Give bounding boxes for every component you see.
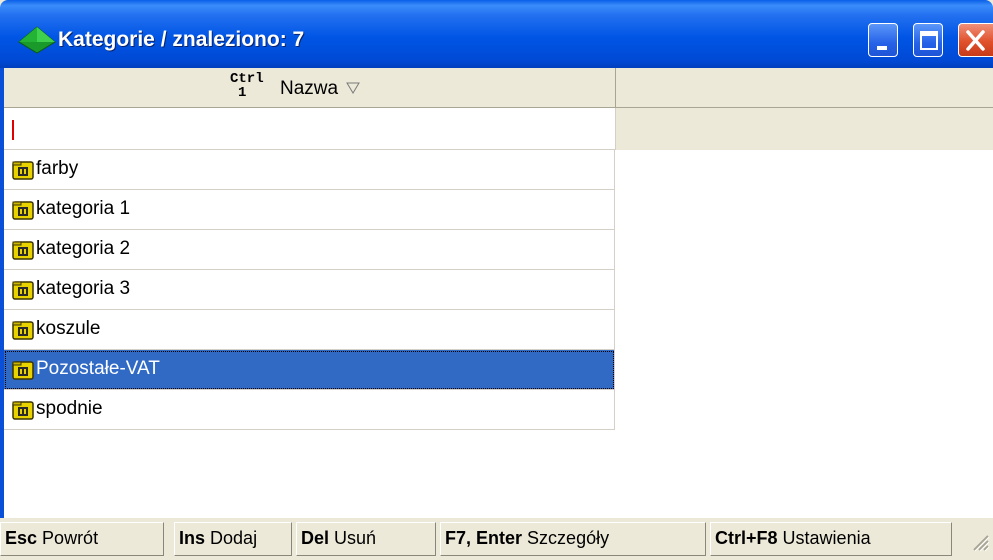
filter-row <box>4 108 993 150</box>
folder-icon <box>12 201 34 220</box>
escape-back-button[interactable]: Esc Powrót <box>0 522 164 556</box>
shortcut-action: Dodaj <box>210 528 258 548</box>
close-icon <box>966 30 985 51</box>
shortcut-action: Powrót <box>42 528 99 548</box>
column-header-empty <box>616 68 993 107</box>
list-item[interactable]: kategoria 2 <box>4 230 615 270</box>
shortcut-key: Esc <box>5 528 38 548</box>
shortcut-action: Ustawienia <box>782 528 871 548</box>
list-item-label: kategoria 2 <box>36 238 131 259</box>
list-item-selected[interactable]: Pozostałe-VAT <box>4 350 615 390</box>
maximize-icon <box>920 31 938 50</box>
minimize-button[interactable] <box>868 23 898 57</box>
category-window: Kategorie / znaleziono: 7 Ctrl 1 Nazwa f… <box>0 0 993 560</box>
folder-icon <box>12 241 34 260</box>
minimize-icon <box>877 46 887 50</box>
folder-icon <box>12 161 34 180</box>
list-item[interactable]: kategoria 3 <box>4 270 615 310</box>
column-header-label: Nazwa <box>280 78 339 99</box>
sort-descending-triangle-icon <box>346 82 360 94</box>
list-item-label: kategoria 1 <box>36 198 131 219</box>
hotkey-ctrl: Ctrl <box>230 71 264 87</box>
list-item-label: koszule <box>36 318 101 339</box>
title-bar[interactable]: Kategorie / znaleziono: 7 <box>0 0 993 68</box>
folder-icon <box>12 401 34 420</box>
delete-button[interactable]: Del Usuń <box>296 522 436 556</box>
list-item[interactable]: kategoria 1 <box>4 190 615 230</box>
list-item[interactable]: farby <box>4 150 615 190</box>
shortcut-key: F7, Enter <box>445 528 523 548</box>
column-header-name[interactable]: Ctrl 1 Nazwa <box>4 68 616 107</box>
grid-header: Ctrl 1 Nazwa <box>4 68 993 108</box>
window-title: Kategorie / znaleziono: 7 <box>58 28 305 51</box>
shortcut-key: Ctrl+F8 <box>715 528 778 548</box>
folder-icon <box>12 281 34 300</box>
status-bar: Esc Powrót Ins Dodaj Del Usuń F7, Enter … <box>0 518 993 560</box>
close-button[interactable] <box>958 23 993 57</box>
resize-grip-icon[interactable] <box>968 530 990 552</box>
shortcut-key: Ins <box>179 528 206 548</box>
filter-row-empty-cell <box>616 108 993 150</box>
green-diamond-icon <box>18 26 56 54</box>
list-item-label: spodnie <box>36 398 103 419</box>
details-button[interactable]: F7, Enter Szczegóły <box>440 522 706 556</box>
settings-button[interactable]: Ctrl+F8 Ustawienia <box>710 522 952 556</box>
maximize-button[interactable] <box>913 23 943 57</box>
list-item-label: kategoria 3 <box>36 278 131 299</box>
list-item[interactable]: spodnie <box>4 390 615 430</box>
text-cursor <box>12 120 14 140</box>
insert-add-button[interactable]: Ins Dodaj <box>174 522 292 556</box>
column-hotkey: Ctrl 1 <box>230 72 264 100</box>
shortcut-key: Del <box>301 528 330 548</box>
shortcut-action: Usuń <box>334 528 377 548</box>
folder-icon <box>12 321 34 340</box>
folder-icon <box>12 361 34 380</box>
filter-input[interactable] <box>4 108 616 150</box>
list-item[interactable]: koszule <box>4 310 615 350</box>
shortcut-action: Szczegóły <box>527 528 610 548</box>
list-item-label: Pozostałe-VAT <box>36 358 160 379</box>
hotkey-number: 1 <box>238 85 247 101</box>
list-item-label: farby <box>36 158 79 179</box>
